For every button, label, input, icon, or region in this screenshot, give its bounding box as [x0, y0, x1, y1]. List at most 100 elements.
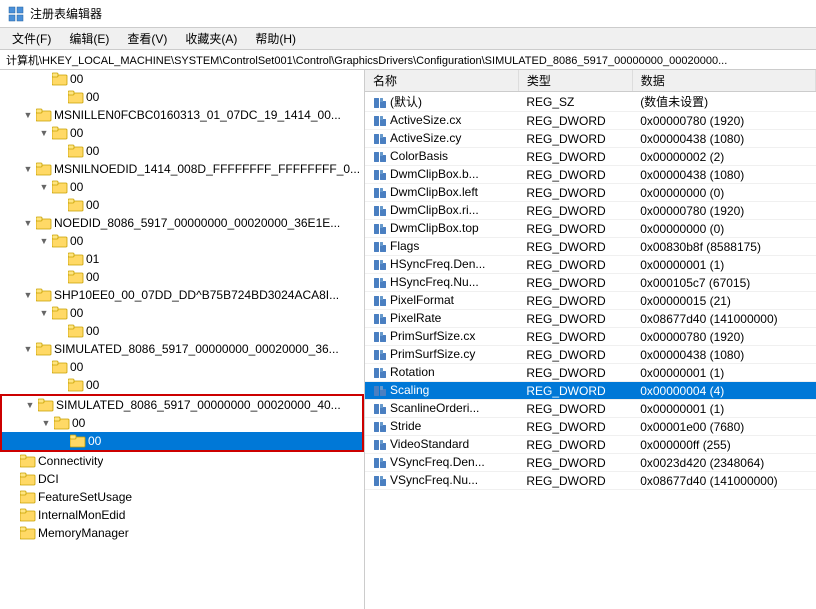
tree-toggle[interactable]: [4, 525, 20, 541]
cell-type: REG_DWORD: [518, 328, 632, 346]
tree-item[interactable]: MemoryManager: [0, 524, 364, 542]
tree-item[interactable]: ▼ 00: [0, 124, 364, 142]
cell-data: 0x08677d40 (141000000): [632, 310, 815, 328]
cell-type: REG_DWORD: [518, 202, 632, 220]
table-row[interactable]: Rotation REG_DWORD 0x00000001 (1): [365, 364, 816, 382]
table-row[interactable]: DwmClipBox.ri... REG_DWORD 0x00000780 (1…: [365, 202, 816, 220]
table-row[interactable]: DwmClipBox.b... REG_DWORD 0x00000438 (10…: [365, 166, 816, 184]
table-row[interactable]: PrimSurfSize.cy REG_DWORD 0x00000438 (10…: [365, 346, 816, 364]
table-row[interactable]: (默认) REG_SZ (数值未设置): [365, 92, 816, 112]
tree-item[interactable]: 00: [0, 358, 364, 376]
table-row[interactable]: VSyncFreq.Den... REG_DWORD 0x0023d420 (2…: [365, 454, 816, 472]
tree-toggle[interactable]: [4, 489, 20, 505]
cell-data: 0x000105c7 (67015): [632, 274, 815, 292]
tree-item[interactable]: ▼ 00: [2, 414, 362, 432]
tree-toggle[interactable]: ▼: [38, 415, 54, 431]
table-row[interactable]: Scaling REG_DWORD 0x00000004 (4): [365, 382, 816, 400]
tree-label: 00: [86, 90, 99, 104]
tree-toggle[interactable]: ▼: [20, 341, 36, 357]
tree-item[interactable]: 00: [0, 88, 364, 106]
table-row[interactable]: VSyncFreq.Nu... REG_DWORD 0x08677d40 (14…: [365, 472, 816, 490]
tree-toggle[interactable]: [54, 433, 70, 449]
tree-item[interactable]: DCI: [0, 470, 364, 488]
tree-toggle[interactable]: [36, 359, 52, 375]
cell-type: REG_DWORD: [518, 310, 632, 328]
tree-toggle[interactable]: ▼: [36, 305, 52, 321]
tree-toggle[interactable]: [4, 507, 20, 523]
tree-item[interactable]: 00: [0, 142, 364, 160]
tree-toggle[interactable]: [36, 71, 52, 87]
tree-item[interactable]: 01: [0, 250, 364, 268]
tree-label: 00: [86, 324, 99, 338]
table-row[interactable]: ActiveSize.cy REG_DWORD 0x00000438 (1080…: [365, 130, 816, 148]
tree-toggle[interactable]: [52, 323, 68, 339]
tree-toggle[interactable]: [52, 251, 68, 267]
tree-item[interactable]: 00: [0, 70, 364, 88]
tree-label: MSNILNOEDID_1414_008D_FFFFFFFF_FFFFFFFF_…: [54, 162, 360, 176]
tree-toggle[interactable]: [4, 453, 20, 469]
table-row[interactable]: HSyncFreq.Den... REG_DWORD 0x00000001 (1…: [365, 256, 816, 274]
tree-item[interactable]: ▼ SIMULATED_8086_5917_00000000_00020000_…: [2, 396, 362, 414]
tree-item[interactable]: ▼ SIMULATED_8086_5917_00000000_00020000_…: [0, 340, 364, 358]
table-row[interactable]: ActiveSize.cx REG_DWORD 0x00000780 (1920…: [365, 112, 816, 130]
menu-file[interactable]: 文件(F): [4, 28, 59, 49]
table-row[interactable]: PixelRate REG_DWORD 0x08677d40 (14100000…: [365, 310, 816, 328]
tree-toggle[interactable]: [52, 89, 68, 105]
tree-item[interactable]: 00: [0, 322, 364, 340]
tree-toggle[interactable]: ▼: [36, 125, 52, 141]
tree-label: 00: [70, 360, 83, 374]
table-row[interactable]: Stride REG_DWORD 0x00001e00 (7680): [365, 418, 816, 436]
tree-item[interactable]: 00: [0, 268, 364, 286]
table-row[interactable]: DwmClipBox.top REG_DWORD 0x00000000 (0): [365, 220, 816, 238]
tree-toggle[interactable]: ▼: [20, 107, 36, 123]
table-row[interactable]: DwmClipBox.left REG_DWORD 0x00000000 (0): [365, 184, 816, 202]
cell-type: REG_SZ: [518, 92, 632, 112]
cell-name: Rotation: [365, 364, 518, 382]
tree-item[interactable]: ▼ 00: [0, 304, 364, 322]
cell-data: 0x00000004 (4): [632, 382, 815, 400]
tree-item[interactable]: FeatureSetUsage: [0, 488, 364, 506]
cell-data: 0x00000780 (1920): [632, 328, 815, 346]
tree-toggle[interactable]: [52, 143, 68, 159]
table-row[interactable]: VideoStandard REG_DWORD 0x000000ff (255): [365, 436, 816, 454]
tree-item[interactable]: ▼ 00: [0, 232, 364, 250]
tree-item[interactable]: 00: [0, 376, 364, 394]
cell-type: REG_DWORD: [518, 112, 632, 130]
tree-toggle[interactable]: ▼: [36, 179, 52, 195]
menu-edit[interactable]: 编辑(E): [61, 28, 117, 49]
tree-toggle[interactable]: [52, 377, 68, 393]
tree-item[interactable]: 00: [2, 432, 362, 450]
right-pane: 名称 类型 数据 (默认) REG_SZ (数值未设置) ActiveSize.…: [365, 70, 816, 609]
tree-toggle[interactable]: ▼: [22, 397, 38, 413]
tree-item[interactable]: ▼ SHP10EE0_00_07DD_DD^B75B724BD3024ACA8I…: [0, 286, 364, 304]
tree-label: 00: [70, 306, 83, 320]
table-row[interactable]: ScanlineOrderi... REG_DWORD 0x00000001 (…: [365, 400, 816, 418]
table-row[interactable]: PrimSurfSize.cx REG_DWORD 0x00000780 (19…: [365, 328, 816, 346]
table-row[interactable]: PixelFormat REG_DWORD 0x00000015 (21): [365, 292, 816, 310]
tree-item[interactable]: 00: [0, 196, 364, 214]
table-row[interactable]: Flags REG_DWORD 0x00830b8f (8588175): [365, 238, 816, 256]
tree-toggle[interactable]: ▼: [36, 233, 52, 249]
menu-view[interactable]: 查看(V): [119, 28, 175, 49]
cell-data: 0x00000438 (1080): [632, 130, 815, 148]
tree-item[interactable]: ▼ MSNILLEN0FCBC0160313_01_07DC_19_1414_0…: [0, 106, 364, 124]
tree-label: Connectivity: [38, 454, 103, 468]
tree-toggle[interactable]: ▼: [20, 215, 36, 231]
tree-toggle[interactable]: [52, 197, 68, 213]
tree-item[interactable]: ▼ 00: [0, 178, 364, 196]
table-row[interactable]: ColorBasis REG_DWORD 0x00000002 (2): [365, 148, 816, 166]
menu-favorites[interactable]: 收藏夹(A): [177, 28, 245, 49]
tree-item[interactable]: InternalMonEdid: [0, 506, 364, 524]
tree-item[interactable]: Connectivity: [0, 452, 364, 470]
tree-toggle[interactable]: ▼: [20, 287, 36, 303]
tree-item[interactable]: ▼ NOEDID_8086_5917_00000000_00020000_36E…: [0, 214, 364, 232]
table-row[interactable]: HSyncFreq.Nu... REG_DWORD 0x000105c7 (67…: [365, 274, 816, 292]
tree-toggle[interactable]: [52, 269, 68, 285]
cell-name: Scaling: [365, 382, 518, 400]
tree-toggle[interactable]: [4, 471, 20, 487]
cell-type: REG_DWORD: [518, 184, 632, 202]
left-pane[interactable]: 00 00 ▼ MSNILLEN0FCBC0160313_01_07DC_19_…: [0, 70, 365, 609]
tree-item[interactable]: ▼ MSNILNOEDID_1414_008D_FFFFFFFF_FFFFFFF…: [0, 160, 364, 178]
menu-help[interactable]: 帮助(H): [247, 28, 304, 49]
tree-toggle[interactable]: ▼: [20, 161, 36, 177]
